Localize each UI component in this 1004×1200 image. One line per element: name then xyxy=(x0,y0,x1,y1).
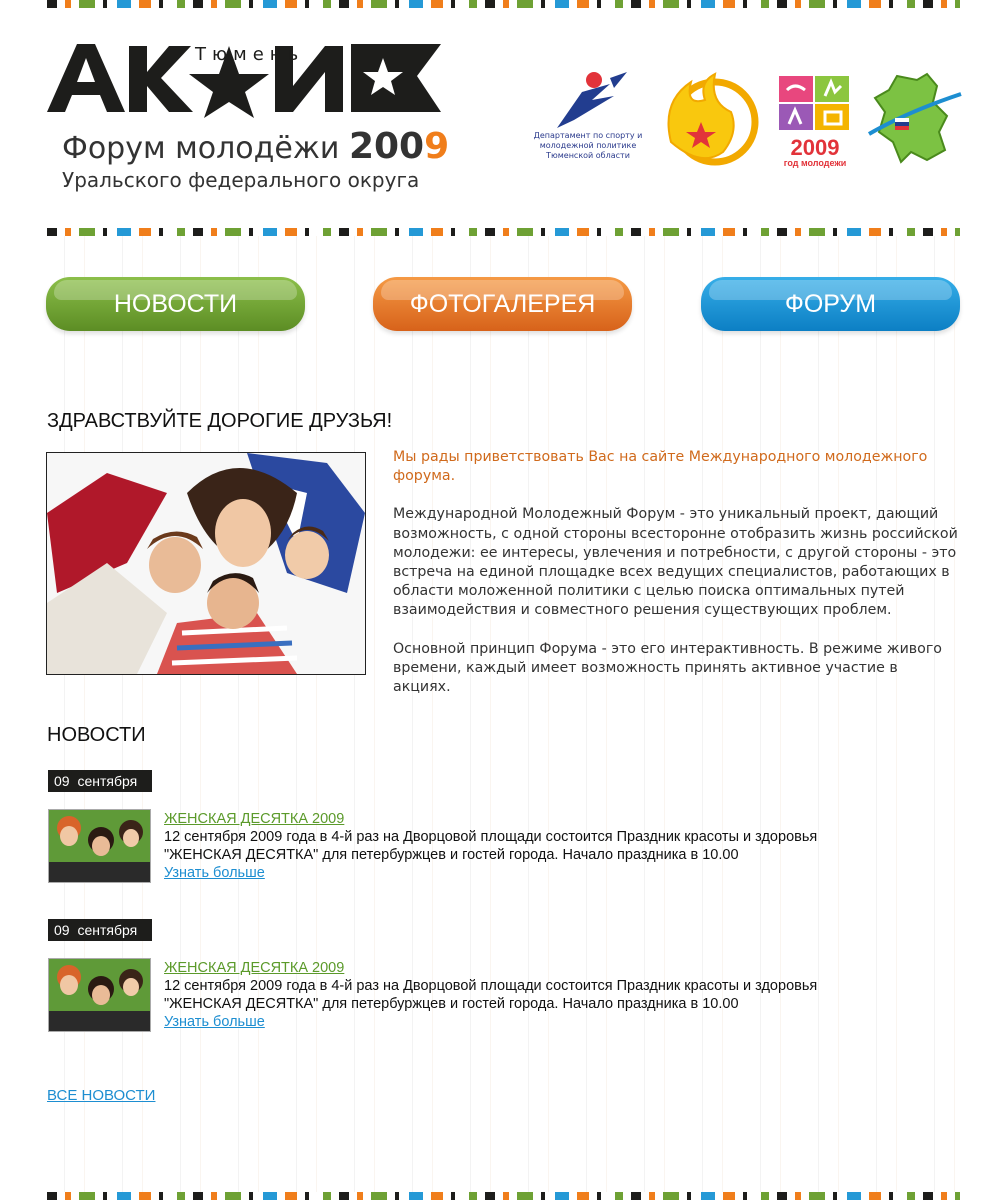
news-thumbnail-photo xyxy=(49,810,150,882)
youth-center-emblem[interactable] xyxy=(661,72,761,166)
logo-year-suffix: 9 xyxy=(424,126,450,167)
welcome-paragraph-2: Основной принцип Форума - это его интера… xyxy=(393,640,942,696)
news-title-link[interactable]: ЖЕНСКАЯ ДЕСЯТКА 2009 xyxy=(164,810,864,828)
welcome-photo xyxy=(46,452,366,675)
welcome-lead: Мы рады приветствовать Вас на сайте Межд… xyxy=(393,449,928,485)
region-map-logo[interactable] xyxy=(867,72,963,166)
dept-sport-logo[interactable] xyxy=(552,70,632,130)
news-date: 09 сентября xyxy=(48,919,152,941)
youth-year-logo[interactable]: 2009 год молодежи xyxy=(779,76,851,168)
news-title-link[interactable]: ЖЕНСКАЯ ДЕСЯТКА 2009 xyxy=(164,959,864,977)
dept-sport-caption: Департамент по спорту и молодежной полит… xyxy=(533,131,643,160)
nav-forum-label: ФОРУМ xyxy=(784,289,877,318)
youth-year-caption: год молодежи xyxy=(784,158,847,168)
news-more-link[interactable]: Узнать больше xyxy=(164,864,864,882)
nav-news-label: НОВОСТИ xyxy=(113,289,238,318)
youth-year-number: 2009 xyxy=(791,135,840,160)
group-photo-illustration xyxy=(47,453,365,674)
logo-subtitle: Уральского федерального округа xyxy=(62,168,420,192)
welcome-paragraph-1: Международной Молодежный Форум - это уни… xyxy=(393,506,958,619)
news-heading: НОВОСТИ xyxy=(47,724,146,746)
news-item: ЖЕНСКАЯ ДЕСЯТКА 2009 12 сентября 2009 го… xyxy=(164,959,864,1031)
news-thumbnail[interactable] xyxy=(48,809,151,883)
logo-year: 2009 xyxy=(349,126,449,167)
nav-gallery-button[interactable]: ФОТОГАЛЕРЕЯ xyxy=(373,277,632,331)
news-text: 12 сентября 2009 года в 4-й раз на Дворц… xyxy=(164,978,818,1012)
bottom-stripe-bar xyxy=(47,1192,960,1200)
all-news-link[interactable]: ВСЕ НОВОСТИ xyxy=(47,1087,155,1104)
logo-year-prefix: 200 xyxy=(348,126,425,167)
nav-forum-button[interactable]: ФОРУМ xyxy=(701,277,960,331)
news-thumbnail-photo xyxy=(49,959,150,1031)
news-more-link[interactable]: Узнать больше xyxy=(164,1013,864,1031)
site-logo[interactable]: Тюмень Форум молодёжи 2009 Уральского фе… xyxy=(47,40,449,200)
header-stripe-bar xyxy=(47,228,960,236)
welcome-heading: ЗДРАВСТВУЙТЕ ДОРОГИЕ ДРУЗЬЯ! xyxy=(47,410,393,432)
logo-forum-title: Форум молодёжи 2009 xyxy=(62,126,449,167)
welcome-text: Мы рады приветствовать Вас на сайте Межд… xyxy=(393,448,958,716)
nav-news-button[interactable]: НОВОСТИ xyxy=(46,277,305,331)
top-stripe-bar xyxy=(47,0,960,8)
news-text: 12 сентября 2009 года в 4-й раз на Дворц… xyxy=(164,829,818,863)
logo-city: Тюмень xyxy=(195,44,305,65)
news-date: 09 сентября xyxy=(48,770,152,792)
logo-forum-text: Форум молодёжи xyxy=(62,131,340,166)
news-thumbnail[interactable] xyxy=(48,958,151,1032)
nav-gallery-label: ФОТОГАЛЕРЕЯ xyxy=(409,289,596,318)
news-item: ЖЕНСКАЯ ДЕСЯТКА 2009 12 сентября 2009 го… xyxy=(164,810,864,882)
